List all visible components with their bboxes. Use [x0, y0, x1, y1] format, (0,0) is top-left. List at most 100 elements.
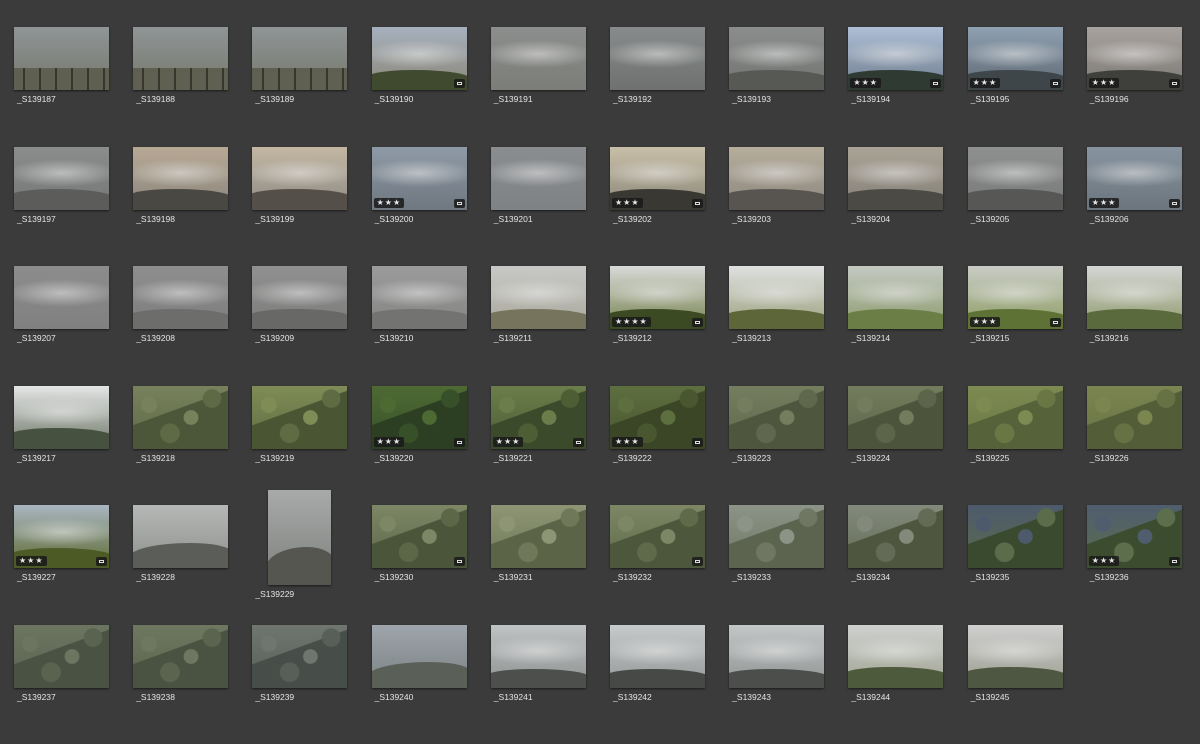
photo-thumbnail[interactable] — [729, 624, 825, 688]
photo-thumbnail[interactable] — [848, 146, 944, 210]
thumbnail-cell[interactable]: _S139218 — [133, 385, 252, 505]
thumbnail-cell[interactable]: _S139240 — [371, 624, 491, 744]
photo-thumbnail[interactable]: ★★★ — [967, 266, 1063, 329]
thumbnail-cell[interactable]: ★★★ _S139200 — [371, 146, 491, 266]
thumbnail-cell[interactable]: _S139243 — [729, 624, 848, 744]
thumbnail-cell[interactable]: _S139198 — [133, 146, 252, 266]
thumbnail-cell[interactable]: _S139226 — [1086, 385, 1200, 505]
photo-thumbnail[interactable] — [14, 624, 109, 688]
thumbnail-cell[interactable]: _S139191 — [490, 27, 610, 146]
thumbnail-cell[interactable]: ★★★ _S139195 — [967, 27, 1087, 146]
thumbnail-cell[interactable]: _S139187 — [14, 27, 133, 146]
thumbnail-cell[interactable]: _S139225 — [967, 385, 1087, 505]
photo-thumbnail[interactable] — [610, 505, 705, 568]
photo-thumbnail[interactable]: ★★★ — [490, 385, 586, 449]
photo-thumbnail[interactable] — [371, 266, 467, 329]
thumbnail-cell[interactable]: ★★★ _S139221 — [490, 385, 610, 505]
photo-thumbnail[interactable] — [848, 385, 944, 449]
photo-thumbnail[interactable] — [729, 266, 825, 329]
photo-thumbnail[interactable] — [490, 266, 586, 329]
thumbnail-cell[interactable]: _S139203 — [729, 146, 848, 266]
photo-thumbnail[interactable] — [133, 385, 229, 449]
photo-thumbnail[interactable] — [14, 146, 109, 210]
thumbnail-cell[interactable]: _S139237 — [14, 624, 133, 744]
photo-thumbnail[interactable]: ★★★ — [371, 146, 467, 210]
thumbnail-cell[interactable]: _S139209 — [252, 266, 371, 385]
thumbnail-cell[interactable]: _S139192 — [610, 27, 729, 146]
photo-thumbnail[interactable] — [14, 266, 109, 329]
thumbnail-cell[interactable]: _S139241 — [490, 624, 610, 744]
photo-thumbnail[interactable] — [848, 624, 944, 688]
thumbnail-cell[interactable]: _S139230 — [371, 505, 491, 624]
thumbnail-cell[interactable]: _S139205 — [967, 146, 1087, 266]
photo-thumbnail[interactable] — [967, 146, 1063, 210]
photo-thumbnail[interactable]: ★★★ — [848, 27, 944, 90]
thumbnail-cell[interactable]: _S139244 — [848, 624, 967, 744]
thumbnail-cell[interactable]: _S139232 — [610, 505, 729, 624]
photo-thumbnail[interactable] — [252, 146, 348, 210]
thumbnail-cell[interactable]: _S139233 — [729, 505, 848, 624]
thumbnail-cell[interactable]: ★★★ _S139222 — [610, 385, 729, 505]
photo-thumbnail[interactable] — [967, 505, 1063, 568]
thumbnail-cell[interactable]: ★★★ _S139196 — [1086, 27, 1200, 146]
photo-thumbnail[interactable] — [729, 146, 825, 210]
thumbnail-cell[interactable]: ★★★ _S139202 — [610, 146, 729, 266]
thumbnail-cell[interactable]: _S139201 — [490, 146, 610, 266]
photo-thumbnail[interactable] — [729, 505, 825, 568]
thumbnail-cell[interactable]: _S139189 — [252, 27, 371, 146]
thumbnail-cell[interactable]: _S139214 — [848, 266, 967, 385]
thumbnail-cell[interactable]: _S139213 — [729, 266, 848, 385]
photo-thumbnail[interactable]: ★★★ — [1086, 27, 1182, 90]
photo-thumbnail[interactable] — [490, 505, 586, 568]
photo-thumbnail[interactable] — [133, 146, 229, 210]
photo-thumbnail[interactable] — [133, 266, 229, 329]
photo-thumbnail[interactable]: ★★★ — [967, 27, 1063, 90]
thumbnail-cell[interactable]: _S139193 — [729, 27, 848, 146]
thumbnail-cell[interactable]: _S139219 — [252, 385, 371, 505]
thumbnail-cell[interactable]: _S139204 — [848, 146, 967, 266]
photo-thumbnail[interactable] — [967, 385, 1063, 449]
thumbnail-cell[interactable]: _S139210 — [371, 266, 491, 385]
thumbnail-cell[interactable]: _S139223 — [729, 385, 848, 505]
thumbnail-cell[interactable]: _S139231 — [490, 505, 610, 624]
photo-thumbnail[interactable]: ★★★ — [610, 146, 705, 210]
photo-thumbnail[interactable] — [371, 505, 467, 568]
thumbnail-cell[interactable]: _S139197 — [14, 146, 133, 266]
thumbnail-cell[interactable]: _S139188 — [133, 27, 252, 146]
thumbnail-cell[interactable]: _S139216 — [1086, 266, 1200, 385]
thumbnail-cell[interactable]: ★★★ _S139236 — [1086, 505, 1200, 624]
photo-thumbnail[interactable] — [967, 624, 1063, 688]
thumbnail-cell[interactable]: _S139238 — [133, 624, 252, 744]
photo-thumbnail[interactable]: ★★★ — [1086, 146, 1182, 210]
photo-thumbnail[interactable]: ★★★ — [371, 385, 467, 449]
thumbnail-cell[interactable]: ★★★ _S139206 — [1086, 146, 1200, 266]
thumbnail-cell[interactable]: _S139229 — [252, 490, 371, 609]
photo-thumbnail[interactable] — [1086, 266, 1182, 329]
thumbnail-cell[interactable]: _S139207 — [14, 266, 133, 385]
photo-thumbnail[interactable]: ★★★★ — [610, 266, 705, 329]
photo-thumbnail[interactable] — [133, 624, 229, 688]
photo-thumbnail[interactable] — [848, 505, 944, 568]
thumbnail-cell[interactable]: ★★★ _S139227 — [14, 505, 133, 624]
thumbnail-cell[interactable]: ★★★ _S139194 — [848, 27, 967, 146]
thumbnail-cell[interactable]: _S139245 — [967, 624, 1087, 744]
photo-thumbnail[interactable] — [252, 624, 348, 688]
thumbnail-cell[interactable]: _S139228 — [133, 505, 252, 624]
thumbnail-cell[interactable]: ★★★★ _S139212 — [610, 266, 729, 385]
photo-thumbnail[interactable] — [1086, 385, 1182, 449]
photo-thumbnail[interactable] — [252, 266, 348, 329]
photo-thumbnail[interactable] — [848, 266, 944, 329]
photo-thumbnail[interactable]: ★★★ — [1086, 505, 1182, 568]
photo-thumbnail[interactable] — [133, 505, 229, 568]
photo-thumbnail[interactable] — [252, 385, 348, 449]
thumbnail-cell[interactable]: _S139224 — [848, 385, 967, 505]
photo-thumbnail[interactable] — [133, 27, 229, 90]
photo-thumbnail[interactable] — [490, 624, 586, 688]
thumbnail-cell[interactable]: _S139239 — [252, 624, 371, 744]
thumbnail-cell[interactable]: _S139199 — [252, 146, 371, 266]
photo-thumbnail[interactable] — [268, 490, 332, 585]
thumbnail-cell[interactable]: _S139217 — [14, 385, 133, 505]
thumbnail-cell[interactable]: _S139208 — [133, 266, 252, 385]
photo-thumbnail[interactable] — [729, 385, 825, 449]
photo-thumbnail[interactable]: ★★★ — [610, 385, 705, 449]
